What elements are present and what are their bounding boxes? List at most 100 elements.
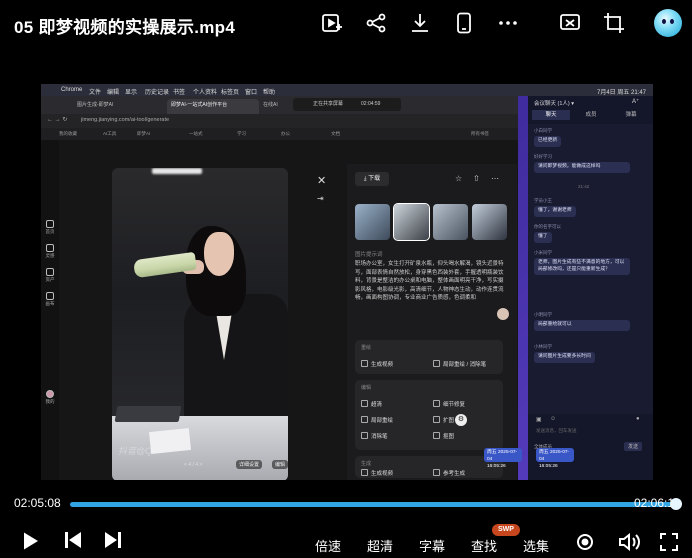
image-keyboard xyxy=(114,406,182,422)
video-play-icon[interactable] xyxy=(320,11,344,35)
recording-time: 02:04:59 xyxy=(361,101,381,107)
screen-cast-icon[interactable] xyxy=(558,11,582,35)
menu-bookmarks: 书签 xyxy=(173,90,186,96)
bookmark-item[interactable]: 一站式 xyxy=(189,131,203,137)
recording-bar[interactable]: 正在共享屏幕 02:04:59 xyxy=(293,98,401,111)
msg-sender: 好好学习 xyxy=(534,154,552,159)
image-icon[interactable]: ▣ xyxy=(536,416,542,423)
episodes-button[interactable]: 选集 xyxy=(523,536,549,555)
progress-bar[interactable] xyxy=(70,502,676,507)
gen-video-button[interactable]: 生成视频 xyxy=(361,469,393,477)
previous-icon[interactable] xyxy=(64,531,82,549)
image-watermark: 抖音@Q xyxy=(118,446,153,456)
sidebar-item-explore[interactable]: 灵感 xyxy=(43,244,57,259)
eraser-button[interactable]: 消除笔 xyxy=(361,432,388,440)
font-size-icon[interactable]: A⁺ xyxy=(632,98,639,105)
bookmark-item[interactable]: 学习 xyxy=(237,131,246,137)
image-paper xyxy=(148,427,192,455)
browser-window: 图片生成-即梦AI 即梦AI-一站式AI创作平台 在线AI 正在共享屏幕 02:… xyxy=(41,96,518,480)
sidebar-item-home[interactable]: 首页 xyxy=(43,220,57,235)
bookmark-item[interactable]: 文档 xyxy=(331,131,340,137)
thumbnail[interactable] xyxy=(355,204,390,240)
bookmark-item[interactable]: 即梦AI xyxy=(137,131,150,137)
menu-window: 窗口 xyxy=(245,90,258,96)
speed-button[interactable]: 倍速 xyxy=(315,536,341,555)
date-chip: 周五 2025-07-04 16:05:26 xyxy=(536,448,574,469)
mac-menu-bar: Chrome 文件 编辑 显示 历史记录 书签 个人资料 标签页 窗口 帮助 7… xyxy=(41,84,653,96)
chat-input[interactable]: 发送消息，回车发送 xyxy=(536,428,577,434)
user-avatar xyxy=(497,308,509,320)
video-frame[interactable]: Chrome 文件 编辑 显示 历史记录 书签 个人资料 标签页 窗口 帮助 7… xyxy=(41,84,653,480)
cutout-button[interactable]: 抠图 xyxy=(433,432,454,440)
chat-messages: 小白同学 已经更新 好好学习 请问即梦视频，能做成这样吗 21:42 学员小王 … xyxy=(528,124,653,414)
crop-icon[interactable] xyxy=(602,11,626,35)
download-button[interactable]: ⤓ 下载 xyxy=(355,172,389,186)
quality-button[interactable]: 超清 xyxy=(367,536,393,555)
image-pager[interactable]: < 4 / 4 > xyxy=(184,462,202,468)
star-icon xyxy=(46,244,54,252)
nav-arrows-icon[interactable]: ← → ↻ xyxy=(47,116,67,123)
send-button[interactable]: 发送 xyxy=(624,442,643,451)
msg-bubble: 请问即梦视频，能做成这样吗 xyxy=(534,162,630,173)
reference-gen-button[interactable]: 参考生成 xyxy=(433,469,465,477)
volume-icon[interactable] xyxy=(618,533,640,551)
bookmark-item[interactable]: 所有书签 xyxy=(471,131,489,137)
prompt-text: 职场办公室，女生打开矿泉水瓶，仰头喝水解渴，镜头近景特写，面部表情自然放松，身穿… xyxy=(355,261,504,301)
more-icon[interactable] xyxy=(496,11,520,35)
generated-image[interactable]: 抖音@Q < 4 / 4 > 详细设置 编辑 xyxy=(112,168,288,480)
favorite-icon[interactable]: ☆ xyxy=(455,174,462,183)
sidebar-item-profile[interactable]: 我的 xyxy=(43,390,57,405)
thumbnail[interactable] xyxy=(472,204,507,240)
outpaint-button[interactable]: 扩图 xyxy=(433,416,454,424)
inpaint-button[interactable]: 局部重绘 / 消除笔 xyxy=(433,360,486,368)
fullscreen-icon[interactable] xyxy=(660,533,678,551)
tab-danmaku[interactable]: 弹幕 xyxy=(612,110,650,120)
edit-card: 编辑 超清 细节修复 局部重绘 扩图 消除笔 抠图 xyxy=(355,380,503,450)
detail-fix-button[interactable]: 细节修复 xyxy=(433,400,465,408)
thumbnail-selected[interactable] xyxy=(393,203,430,241)
local-redraw-button[interactable]: 局部重绘 xyxy=(361,416,393,424)
tab-chat[interactable]: 聊天 xyxy=(532,110,570,120)
more-icon[interactable]: ● xyxy=(636,416,640,422)
bookmark-item[interactable]: 我的收藏 xyxy=(59,131,77,137)
menu-tabs: 标签页 xyxy=(221,90,240,96)
tab-2[interactable]: 即梦AI-一站式AI创作平台 xyxy=(167,99,259,114)
progress-handle[interactable] xyxy=(670,498,682,510)
date-chip: 周五 2025-07-04 16:05:26 xyxy=(484,448,522,469)
emoji-icon[interactable]: ☺ xyxy=(550,416,556,422)
bookmark-item[interactable]: AI工具 xyxy=(103,131,116,137)
share-icon[interactable]: ⇧ xyxy=(473,174,480,183)
tab-3[interactable]: 在线AI xyxy=(259,99,293,114)
menu-history: 历史记录 xyxy=(145,90,170,96)
loop-icon[interactable] xyxy=(576,533,594,551)
next-icon[interactable] xyxy=(104,531,122,549)
settings-icon[interactable]: ⚙ xyxy=(455,414,467,426)
address-bar[interactable]: ← → ↻ jimeng.jianying.com/ai-tool/genera… xyxy=(41,114,518,128)
thumbnail[interactable] xyxy=(433,204,468,240)
bookmark-item[interactable]: 办公 xyxy=(281,131,290,137)
avatar[interactable] xyxy=(654,9,682,37)
detail-settings-button[interactable]: 详细设置 xyxy=(236,460,263,469)
generate-video-button[interactable]: 生成视频 xyxy=(361,360,393,368)
search-button[interactable]: 查找 xyxy=(471,536,497,555)
share-icon[interactable] xyxy=(364,11,388,35)
phone-icon[interactable] xyxy=(452,11,476,35)
expand-icon[interactable]: ⇥ xyxy=(317,194,324,203)
more-icon[interactable]: ⋯ xyxy=(491,174,499,183)
tab-1[interactable]: 图片生成-即梦AI xyxy=(73,99,167,114)
msg-bubble: 局部重绘就可以 xyxy=(534,320,630,331)
download-icon[interactable] xyxy=(408,11,432,35)
meeting-chat: 会议聊天 (1人) ▾ A⁺ 聊天 成员 弹幕 小白同学 已经更新 好好学习 请… xyxy=(484,96,653,480)
chat-title[interactable]: 会议聊天 (1人) ▾ xyxy=(534,99,574,107)
tab-members[interactable]: 成员 xyxy=(572,110,610,120)
msg-bubble: 已经更新 xyxy=(534,136,562,147)
sidebar-item-assets[interactable]: 资产 xyxy=(43,268,57,283)
subtitle-button[interactable]: 字幕 xyxy=(419,536,445,555)
msg-sender: 小林同学 xyxy=(534,344,552,349)
upscale-button[interactable]: 超清 xyxy=(361,400,382,408)
swp-badge: SWP xyxy=(492,524,520,536)
close-icon[interactable]: ✕ xyxy=(317,174,326,187)
play-icon[interactable] xyxy=(22,531,40,551)
sidebar-item-canvas[interactable]: 画布 xyxy=(43,292,57,307)
edit-button[interactable]: 编辑 xyxy=(272,460,288,469)
